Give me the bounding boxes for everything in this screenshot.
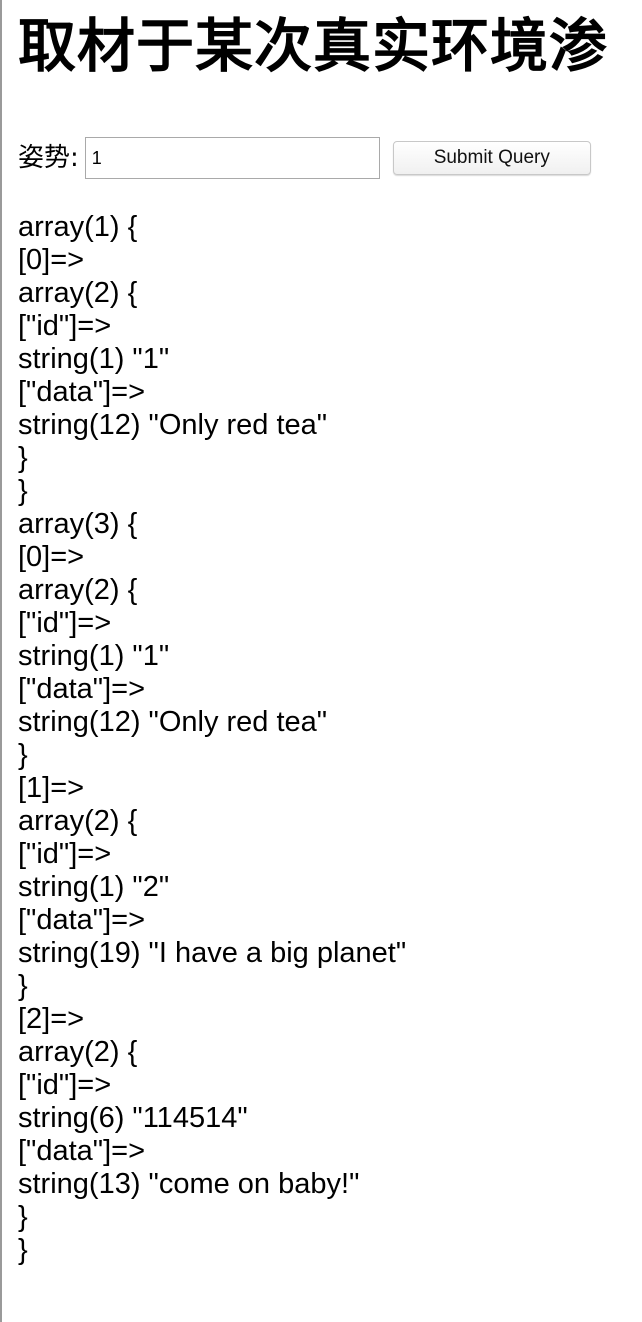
page-content: 取材于某次真实环境渗 姿势: Submit Query array(1) {[0… — [18, 0, 642, 1322]
submit-query-button[interactable]: Submit Query — [392, 141, 591, 175]
output-line: [1]=> — [18, 772, 85, 804]
output-line: array(2) { — [18, 574, 138, 606]
output-line: ["data"]=> — [18, 1135, 146, 1167]
output-line: ["id"]=> — [18, 607, 112, 639]
query-form: 姿势: Submit Query — [18, 136, 628, 180]
output-line: string(12) "Only red tea" — [18, 409, 328, 441]
query-label: 姿势: — [18, 143, 79, 173]
output-line: string(1) "1" — [18, 343, 170, 375]
output-line: array(1) { — [18, 211, 138, 243]
output-line: array(2) { — [18, 1036, 138, 1068]
window-left-border — [0, 0, 2, 1322]
output-line: ["id"]=> — [18, 310, 112, 342]
var-dump-output: array(1) {[0]=> array(2) {["id"]=> string(… — [18, 211, 406, 1267]
output-line: [0]=> — [18, 244, 85, 276]
output-line: string(12) "Only red tea" — [18, 706, 328, 738]
output-line: } — [18, 739, 28, 771]
output-line: string(1) "1" — [18, 640, 170, 672]
output-line: ["data"]=> — [18, 376, 146, 408]
output-line: array(2) { — [18, 805, 138, 837]
page-heading: 取材于某次真实环境渗 — [18, 12, 609, 80]
output-line: array(2) { — [18, 277, 138, 309]
output-line: } — [18, 1201, 28, 1233]
output-line: } — [18, 442, 28, 474]
output-line: array(3) { — [18, 508, 138, 540]
output-line: string(1) "2" — [18, 871, 170, 903]
output-line: [2]=> — [18, 1003, 85, 1035]
output-line: ["data"]=> — [18, 904, 146, 936]
output-line: ["data"]=> — [18, 673, 146, 705]
output-line: } — [18, 475, 28, 507]
output-line: string(19) "I have a big planet" — [18, 937, 407, 969]
output-line: } — [18, 1234, 28, 1266]
output-line: string(13) "come on baby!" — [18, 1168, 360, 1200]
query-input[interactable] — [84, 137, 380, 179]
output-line: ["id"]=> — [18, 838, 112, 870]
output-line: } — [18, 970, 28, 1002]
output-line: string(6) "114514" — [18, 1102, 248, 1134]
output-line: ["id"]=> — [18, 1069, 112, 1101]
output-line: [0]=> — [18, 541, 85, 573]
